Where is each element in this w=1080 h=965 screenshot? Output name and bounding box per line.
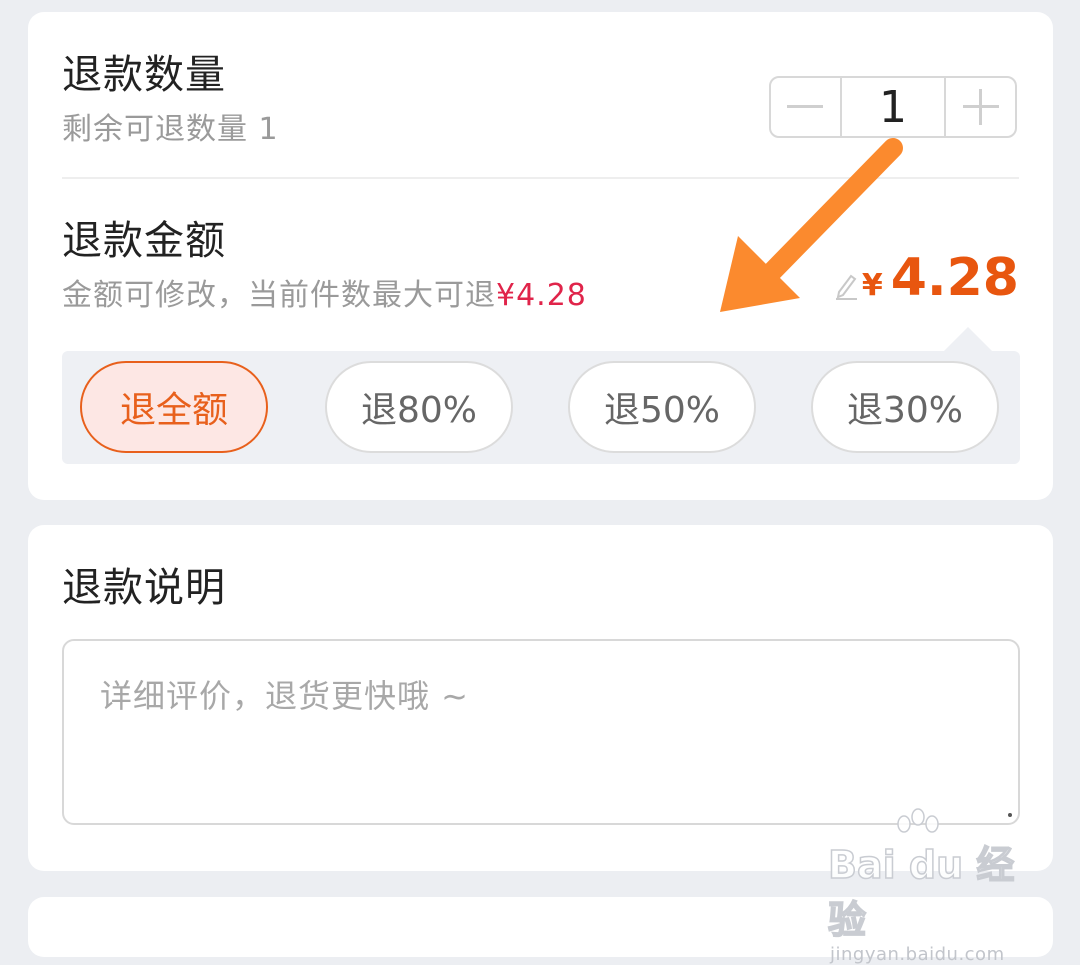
refund-amount-hint: 金额可修改，当前件数最大可退¥4.28 bbox=[62, 270, 587, 314]
quantity-stepper: 1 bbox=[769, 76, 1017, 138]
pencil-icon[interactable] bbox=[833, 270, 859, 300]
max-refund-amount: ¥4.28 bbox=[496, 278, 587, 313]
refund-details-card: 退款数量 剩余可退数量 1 1 退款金额 金额可修改，当前件数最大可退¥4.28… bbox=[28, 12, 1053, 500]
hint-text: 金额可修改，当前件数最大可退 bbox=[62, 278, 496, 313]
remaining-quantity-text: 剩余可退数量 1 bbox=[62, 112, 279, 147]
plus-icon bbox=[962, 89, 999, 125]
increase-button[interactable] bbox=[946, 78, 1015, 136]
options-caret bbox=[944, 327, 992, 351]
refund-50-option[interactable]: 退50% bbox=[568, 361, 756, 453]
refund-description-input[interactable]: 详细评价，退货更快哦 ~ bbox=[62, 639, 1020, 825]
refund-amount-display[interactable]: ¥ 4.28 bbox=[862, 248, 1019, 308]
paw-logo-icon bbox=[897, 808, 939, 833]
refund-description-title: 退款说明 bbox=[62, 565, 226, 611]
description-placeholder: 详细评价，退货更快哦 ~ bbox=[100, 677, 469, 715]
quantity-value[interactable]: 1 bbox=[839, 78, 947, 136]
refund-percentage-options: 退全额 退80% 退50% 退30% bbox=[62, 351, 1020, 464]
currency-symbol: ¥ bbox=[861, 268, 883, 303]
refund-80-option[interactable]: 退80% bbox=[325, 361, 513, 453]
refund-amount-title: 退款金额 bbox=[62, 218, 226, 264]
decrease-button[interactable] bbox=[771, 78, 840, 136]
watermark-url: jingyan.baidu.com bbox=[830, 944, 1005, 965]
minus-icon bbox=[787, 105, 824, 108]
section-divider bbox=[62, 177, 1019, 179]
baidu-jingyan-watermark: Bai du 经验 jingyan.baidu.com bbox=[827, 808, 1028, 965]
refund-full-option[interactable]: 退全额 bbox=[80, 361, 268, 453]
refund-quantity-title: 退款数量 bbox=[62, 52, 226, 98]
refund-30-option[interactable]: 退30% bbox=[811, 361, 999, 453]
refund-amount-value: 4.28 bbox=[890, 248, 1019, 308]
